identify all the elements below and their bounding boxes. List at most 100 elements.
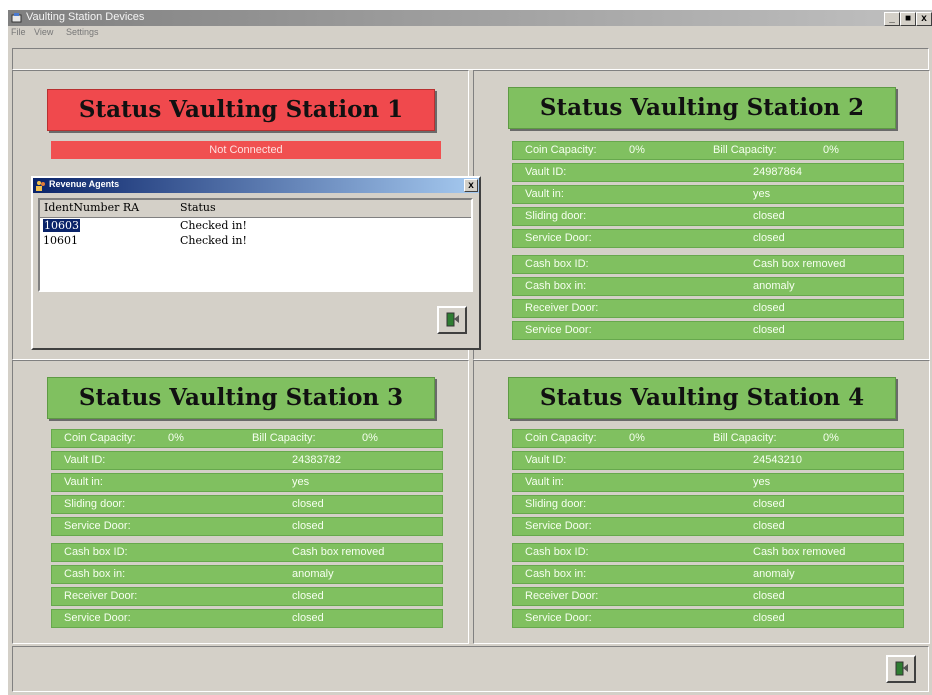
status-row: Sliding door: closed: [512, 207, 904, 226]
list-item[interactable]: 10603 Checked in!: [40, 219, 471, 233]
row-value: yes: [753, 476, 771, 488]
top-strip: [12, 48, 929, 70]
menu-file[interactable]: File: [11, 27, 26, 37]
station-3-vault-group: Coin Capacity: 0% Bill Capacity: 0% Vaul…: [51, 429, 443, 539]
status-row: Receiver Door: closed: [51, 587, 443, 606]
status-row: Receiver Door: closed: [512, 299, 904, 318]
revenue-agents-dialog: Revenue Agents x IdentNumber RA Status 1…: [31, 176, 481, 350]
row-label: Vault in:: [525, 188, 564, 200]
row-label: Vault ID:: [64, 454, 106, 466]
dialog-title-bar[interactable]: Revenue Agents x: [33, 178, 479, 193]
row-value: closed: [292, 520, 324, 532]
close-button[interactable]: x: [916, 12, 932, 26]
status-row: Sliding door: closed: [51, 495, 443, 514]
row-label: Service Door:: [525, 520, 592, 532]
status-row: Cash box ID: Cash box removed: [51, 543, 443, 562]
row-value: closed: [753, 324, 785, 336]
menu-settings[interactable]: Settings: [66, 27, 99, 37]
status-row: Cash box ID: Cash box removed: [512, 255, 904, 274]
row-label: Receiver Door:: [64, 590, 138, 602]
agent-id: 10603: [43, 219, 80, 232]
row-value: closed: [753, 302, 785, 314]
bill-capacity-value: 0%: [823, 432, 839, 444]
station-4-title: Status Vaulting Station 4: [508, 377, 896, 419]
row-value: closed: [753, 590, 785, 602]
dialog-title: Revenue Agents: [49, 179, 120, 189]
menu-bar: File View Settings: [8, 26, 932, 40]
bill-capacity-value: 0%: [362, 432, 378, 444]
exit-door-icon: [446, 312, 459, 327]
row-label: Sliding door:: [64, 498, 126, 510]
row-label: Vault in:: [64, 476, 103, 488]
status-row: Vault in: yes: [512, 185, 904, 204]
main-exit-button[interactable]: [886, 655, 916, 683]
bill-capacity-label: Bill Capacity:: [713, 144, 777, 156]
main-window: Vaulting Station Devices _ ■ x File View…: [8, 10, 932, 695]
status-row: Vault ID: 24543210: [512, 451, 904, 470]
capacity-row: Coin Capacity: 0% Bill Capacity: 0%: [51, 429, 443, 448]
station-1-title: Status Vaulting Station 1: [47, 89, 435, 131]
row-label: Cash box ID:: [64, 546, 128, 558]
row-label: Sliding door:: [525, 498, 587, 510]
status-row: Service Door: closed: [512, 517, 904, 536]
station-3-title: Status Vaulting Station 3: [47, 377, 435, 419]
row-value: Cash box removed: [753, 546, 846, 558]
station-3-cash-group: Cash box ID: Cash box removed Cash box in…: [51, 543, 443, 631]
row-label: Service Door:: [64, 520, 131, 532]
dialog-exit-button[interactable]: [437, 306, 467, 334]
row-value: yes: [753, 188, 771, 200]
row-label: Cash box ID:: [525, 258, 589, 270]
coin-capacity-value: 0%: [629, 144, 645, 156]
row-value: 24987864: [753, 166, 802, 178]
station-4-vault-group: Coin Capacity: 0% Bill Capacity: 0% Vaul…: [512, 429, 904, 539]
station-4-panel: Status Vaulting Station 4 Coin Capacity:…: [473, 360, 930, 644]
bill-capacity-label: Bill Capacity:: [252, 432, 316, 444]
row-value: closed: [753, 498, 785, 510]
minimize-button[interactable]: _: [884, 12, 900, 26]
status-row: Vault ID: 24987864: [512, 163, 904, 182]
coin-capacity-value: 0%: [629, 432, 645, 444]
agent-status: Checked in!: [180, 219, 247, 232]
row-label: Sliding door:: [525, 210, 587, 222]
window-title: Vaulting Station Devices: [26, 11, 145, 23]
row-value: closed: [753, 612, 785, 624]
status-row: Service Door: closed: [512, 609, 904, 628]
row-label: Cash box in:: [525, 280, 587, 292]
row-label: Vault ID:: [525, 166, 567, 178]
status-row: Service Door: closed: [51, 517, 443, 536]
exit-door-icon: [895, 661, 908, 676]
menu-view[interactable]: View: [34, 27, 53, 37]
agent-status: Checked in!: [180, 234, 247, 247]
row-label: Cash box in:: [64, 568, 126, 580]
station-2-panel: Status Vaulting Station 2 Coin Capacity:…: [473, 70, 930, 360]
row-value: 24383782: [292, 454, 341, 466]
row-value: anomaly: [753, 568, 795, 580]
station-2-cash-group: Cash box ID: Cash box removed Cash box in…: [512, 255, 904, 343]
row-value: Cash box removed: [753, 258, 846, 270]
agent-id: 10601: [43, 234, 78, 247]
row-value: Cash box removed: [292, 546, 385, 558]
status-row: Cash box ID: Cash box removed: [512, 543, 904, 562]
bill-capacity-value: 0%: [823, 144, 839, 156]
status-row: Service Door: closed: [51, 609, 443, 628]
bottom-bar: [12, 646, 929, 692]
status-row: Service Door: closed: [512, 321, 904, 340]
row-value: anomaly: [292, 568, 334, 580]
status-row: Vault in: yes: [512, 473, 904, 492]
row-label: Receiver Door:: [525, 302, 599, 314]
row-label: Service Door:: [64, 612, 131, 624]
title-bar: Vaulting Station Devices _ ■ x: [8, 10, 932, 26]
column-ident-number[interactable]: IdentNumber RA: [44, 201, 139, 214]
connection-status: Not Connected: [51, 141, 441, 159]
capacity-row: Coin Capacity: 0% Bill Capacity: 0%: [512, 429, 904, 448]
agents-list[interactable]: IdentNumber RA Status 10603 Checked in! …: [38, 198, 473, 292]
row-value: closed: [753, 210, 785, 222]
column-status[interactable]: Status: [180, 201, 216, 214]
maximize-button[interactable]: ■: [900, 12, 916, 26]
dialog-close-button[interactable]: x: [464, 179, 478, 192]
list-item[interactable]: 10601 Checked in!: [40, 234, 471, 248]
row-value: closed: [753, 520, 785, 532]
coin-capacity-label: Coin Capacity:: [525, 432, 597, 444]
row-value: yes: [292, 476, 310, 488]
capacity-row: Coin Capacity: 0% Bill Capacity: 0%: [512, 141, 904, 160]
